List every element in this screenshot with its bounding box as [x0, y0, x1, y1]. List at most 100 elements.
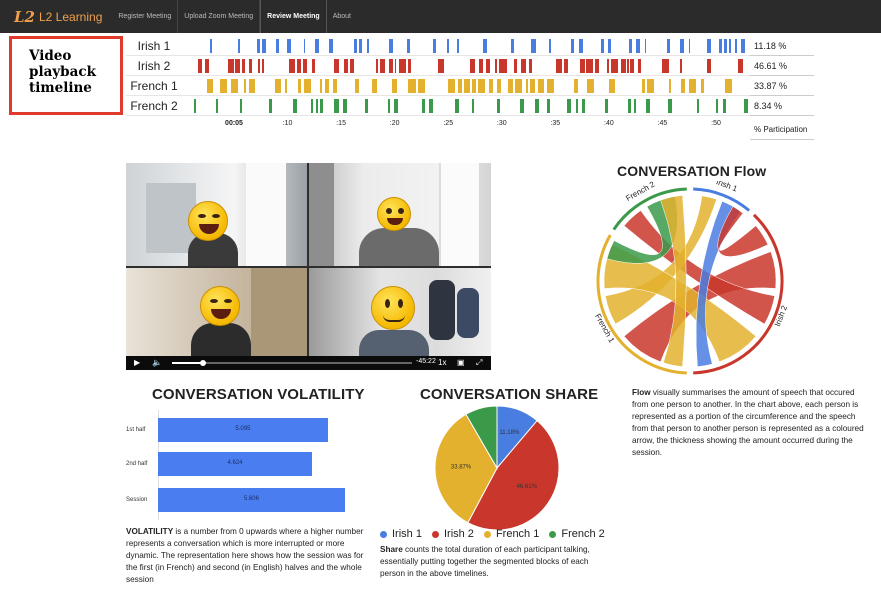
- speech-segment[interactable]: [197, 59, 202, 73]
- speech-segment[interactable]: [666, 39, 670, 53]
- speech-segment[interactable]: [627, 99, 632, 113]
- speech-segment[interactable]: [258, 59, 260, 73]
- speech-segment[interactable]: [497, 79, 502, 93]
- speech-segment[interactable]: [570, 39, 575, 53]
- speech-segment[interactable]: [520, 59, 527, 73]
- speech-segment[interactable]: [471, 99, 474, 113]
- speech-segment[interactable]: [329, 39, 333, 53]
- speech-segment[interactable]: [388, 39, 393, 53]
- speech-segment[interactable]: [376, 59, 379, 73]
- speech-segment[interactable]: [240, 99, 242, 113]
- speech-segment[interactable]: [287, 39, 291, 53]
- legend-item[interactable]: French 2: [549, 528, 605, 540]
- speech-segment[interactable]: [324, 79, 329, 93]
- speech-segment[interactable]: [261, 39, 266, 53]
- legend-item[interactable]: French 1: [483, 528, 539, 540]
- speech-segment[interactable]: [464, 79, 471, 93]
- speech-segment[interactable]: [719, 39, 722, 53]
- nav-about[interactable]: About: [327, 0, 357, 33]
- timeline-track[interactable]: [184, 59, 750, 73]
- timeline-row[interactable]: Irish 1: [126, 36, 750, 56]
- legend-item[interactable]: Irish 1: [380, 528, 422, 540]
- speech-segment[interactable]: [564, 59, 569, 73]
- speech-segment[interactable]: [587, 79, 595, 93]
- speech-segment[interactable]: [354, 39, 358, 53]
- speech-segment[interactable]: [531, 39, 536, 53]
- speech-segment[interactable]: [446, 39, 449, 53]
- picture-in-picture-icon[interactable]: ▣: [457, 358, 465, 368]
- speech-segment[interactable]: [528, 59, 533, 73]
- speech-segment[interactable]: [662, 59, 669, 73]
- speech-segment[interactable]: [499, 59, 507, 73]
- speech-segment[interactable]: [304, 79, 311, 93]
- speech-segment[interactable]: [609, 79, 616, 93]
- speech-segment[interactable]: [633, 99, 636, 113]
- speech-segment[interactable]: [220, 79, 228, 93]
- timeline-row[interactable]: French 1: [126, 76, 750, 96]
- speech-segment[interactable]: [343, 59, 349, 73]
- speech-segment[interactable]: [421, 99, 425, 113]
- speech-segment[interactable]: [408, 79, 416, 93]
- speech-segment[interactable]: [679, 39, 684, 53]
- speech-segment[interactable]: [349, 59, 355, 73]
- speech-segment[interactable]: [679, 59, 682, 73]
- timeline-track[interactable]: [184, 39, 750, 53]
- speech-segment[interactable]: [394, 59, 397, 73]
- speech-segment[interactable]: [457, 79, 462, 93]
- legend-item[interactable]: Irish 2: [431, 528, 474, 540]
- speech-segment[interactable]: [268, 99, 273, 113]
- timeline-track[interactable]: [184, 79, 750, 93]
- speech-segment[interactable]: [700, 79, 704, 93]
- speech-segment[interactable]: [417, 79, 425, 93]
- speech-segment[interactable]: [681, 79, 685, 93]
- video-progress-track[interactable]: [172, 362, 412, 364]
- speech-segment[interactable]: [407, 39, 411, 53]
- speech-segment[interactable]: [489, 79, 494, 93]
- speech-segment[interactable]: [242, 59, 245, 73]
- speech-segment[interactable]: [366, 39, 370, 53]
- speech-segment[interactable]: [514, 79, 522, 93]
- speech-segment[interactable]: [478, 59, 483, 73]
- speech-segment[interactable]: [668, 99, 672, 113]
- speech-segment[interactable]: [371, 79, 377, 93]
- speech-segment[interactable]: [297, 59, 301, 73]
- speech-segment[interactable]: [696, 99, 700, 113]
- speech-segment[interactable]: [275, 79, 281, 93]
- speech-segment[interactable]: [744, 99, 749, 113]
- speech-segment[interactable]: [469, 59, 476, 73]
- speech-segment[interactable]: [237, 39, 240, 53]
- timeline-row[interactable]: Irish 2: [126, 56, 750, 76]
- speech-segment[interactable]: [604, 99, 608, 113]
- speech-segment[interactable]: [706, 59, 712, 73]
- speech-segment[interactable]: [741, 39, 745, 53]
- speech-segment[interactable]: [256, 39, 261, 53]
- speech-segment[interactable]: [227, 59, 234, 73]
- play-icon[interactable]: ▶: [134, 358, 140, 368]
- speech-segment[interactable]: [311, 59, 316, 73]
- speech-segment[interactable]: [334, 99, 339, 113]
- speech-segment[interactable]: [249, 59, 252, 73]
- speech-segment[interactable]: [478, 79, 485, 93]
- speech-segment[interactable]: [319, 99, 323, 113]
- speech-segment[interactable]: [293, 99, 297, 113]
- speech-segment[interactable]: [630, 59, 634, 73]
- speech-segment[interactable]: [594, 59, 600, 73]
- speech-segment[interactable]: [547, 79, 554, 93]
- speech-segment[interactable]: [637, 59, 642, 73]
- nav-review-meeting[interactable]: Review Meeting: [260, 0, 327, 33]
- speech-segment[interactable]: [248, 79, 256, 93]
- speech-segment[interactable]: [389, 59, 394, 73]
- speech-segment[interactable]: [574, 79, 579, 93]
- speech-segment[interactable]: [548, 39, 551, 53]
- speech-segment[interactable]: [261, 59, 264, 73]
- speech-segment[interactable]: [641, 79, 645, 93]
- speech-segment[interactable]: [472, 79, 477, 93]
- speech-segment[interactable]: [297, 79, 302, 93]
- speech-segment[interactable]: [355, 79, 359, 93]
- speech-segment[interactable]: [243, 79, 246, 93]
- speech-segment[interactable]: [315, 99, 318, 113]
- speech-segment[interactable]: [365, 99, 368, 113]
- speech-segment[interactable]: [332, 79, 337, 93]
- speech-segment[interactable]: [621, 59, 626, 73]
- speech-segment[interactable]: [529, 79, 535, 93]
